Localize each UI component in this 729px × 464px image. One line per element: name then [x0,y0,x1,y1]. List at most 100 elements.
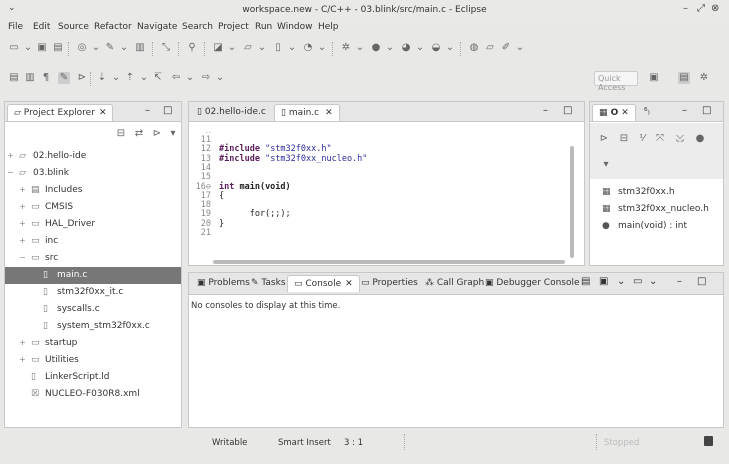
build-config-icon[interactable]: ◎ [76,42,88,54]
menu-navigate[interactable]: Navigate [137,22,177,32]
debug-perspective-icon[interactable]: ✲ [698,72,710,84]
close-icon[interactable]: ✕ [345,279,353,289]
menu-source[interactable]: Source [58,22,89,32]
outline-item[interactable]: ▦ stm32f0xx_nucleo.h [590,201,723,218]
menu-project[interactable]: Project [218,22,249,32]
hide-static-icon[interactable]: ⤩ [674,133,686,145]
forward-icon[interactable]: ⇨ [200,72,212,84]
menu-refactor[interactable]: Refactor [94,22,132,32]
pin-console-icon[interactable]: ▤ [581,276,590,287]
toggle-whitespace-icon[interactable]: ¶ [40,72,52,84]
menu-search[interactable]: Search [182,22,213,32]
filter-icon[interactable]: ⊳ [151,128,163,140]
dropdown-icon[interactable]: ⌄ [90,42,102,54]
dropdown-icon[interactable]: ⌄ [444,42,456,54]
close-icon[interactable]: ✕ [99,108,107,118]
tree-item[interactable]: + ▭ Utilities [5,352,181,369]
pen-icon[interactable]: ✎ [58,72,70,84]
profile-icon[interactable]: ◒ [430,42,442,54]
tree-expander-icon[interactable]: + [7,151,14,160]
tab-hello-ide[interactable]: ▯ 02.hello-ide.c [191,104,272,121]
prev-annotation-icon[interactable]: ⇡ [124,72,136,84]
minimize-icon[interactable]: – [683,3,688,14]
tree-item[interactable]: − ▱ 03.blink [5,165,181,182]
close-icon[interactable]: ⊗ [711,3,719,14]
open-element-icon[interactable]: ▱ [484,42,496,54]
tab-properties[interactable]: ▭ Properties [355,275,424,292]
collapse-all-icon[interactable]: ⊟ [618,133,630,145]
dropdown-icon[interactable]: ⌄ [184,72,196,84]
tab-project-explorer[interactable]: ▱ Project Explorer ✕ [7,104,114,121]
tab-console[interactable]: ▭ Console ✕ [287,275,360,292]
dropdown-icon[interactable]: ⌄ [22,42,34,54]
maximize-view-icon[interactable]: □ [563,105,572,116]
quick-access-field[interactable]: Quick Access [594,71,638,92]
minimize-view-icon[interactable]: – [145,105,150,116]
view-menu-icon[interactable]: ▾ [600,159,612,171]
dropdown-icon[interactable]: ⌄ [514,42,526,54]
tree-item[interactable]: ▯ system_stm32f0xx.c [5,318,181,335]
tree-expander-icon[interactable]: + [19,355,26,364]
tab-main-c[interactable]: ▯ main.c ✕ [274,104,340,121]
build-icon[interactable]: ✎ [104,42,116,54]
tree-item[interactable]: ▯ main.c [5,267,181,284]
open-console-icon[interactable]: ▭ [633,276,642,287]
save-icon[interactable]: ▣ [36,42,48,54]
dropdown-icon[interactable]: ⌄ [118,42,130,54]
tree-item[interactable]: + ▭ startup [5,335,181,352]
maximize-view-icon[interactable]: □ [697,276,706,287]
menu-help[interactable]: Help [318,22,339,32]
tab-build-targets[interactable]: ⁶₎ [638,104,656,121]
new-header-icon[interactable]: ◔ [302,42,314,54]
search-icon[interactable]: ⚲ [186,42,198,54]
tree-expander-icon[interactable]: + [19,236,26,245]
tree-item[interactable]: ▯ syscalls.c [5,301,181,318]
hide-fields-icon[interactable]: ⤧ [654,133,666,145]
maximize-view-icon[interactable]: □ [163,105,172,116]
new-class-icon[interactable]: ◪ [212,42,224,54]
tree-expander-icon[interactable]: + [19,202,26,211]
next-annotation-icon[interactable]: ⇣ [96,72,108,84]
tree-expander-icon[interactable]: + [19,338,26,347]
dropdown-icon[interactable]: ⌄ [617,276,625,287]
skip-breakpoints-icon[interactable]: ⤡ [160,42,172,54]
tree-item[interactable]: + ▤ Includes [5,182,181,199]
external-tools-icon[interactable]: ◕ [400,42,412,54]
dropdown-icon[interactable]: ⌄ [649,276,657,287]
tree-expander-icon[interactable]: − [7,168,14,177]
dropdown-icon[interactable]: ⌄ [414,42,426,54]
tree-item[interactable]: + ▭ CMSIS [5,199,181,216]
tree-item[interactable]: ☒ NUCLEO-F030R8.xml [5,386,181,403]
cpp-perspective-icon[interactable]: ▤ [678,72,690,84]
tab-outline[interactable]: ▦ O ✕ [592,104,636,121]
maximize-icon[interactable]: ⤢ [697,3,705,14]
tree-expander-icon[interactable]: + [19,219,26,228]
new-folder-icon[interactable]: ▱ [242,42,254,54]
tab-tasks[interactable]: ✎ Tasks [245,275,292,292]
dropdown-icon[interactable]: ⌄ [286,42,298,54]
menu-edit[interactable]: Edit [33,22,50,32]
outline-item[interactable]: ● main(void) : int [590,218,723,235]
dropdown-icon[interactable]: ⌄ [354,42,366,54]
dropdown-icon[interactable]: ⌄ [384,42,396,54]
pin-icon[interactable]: ⊳ [76,72,88,84]
annotation-icon[interactable]: ✐ [500,42,512,54]
dropdown-icon[interactable]: ⌄ [214,72,226,84]
save-all-icon[interactable]: ▤ [52,42,64,54]
code-editor[interactable]: ‥ 11 12 #include "stm32f0xx.h" 13 #include "s… [189,123,584,265]
open-perspective-icon[interactable]: ▣ [648,72,660,84]
dropdown-icon[interactable]: ⌄ [316,42,328,54]
menu-window[interactable]: Window [277,22,313,32]
dropdown-icon[interactable]: ⌄ [110,72,122,84]
clean-icon[interactable]: ▥ [134,42,146,54]
close-icon[interactable]: ✕ [621,108,629,118]
run-icon[interactable]: ● [370,42,382,54]
tree-expander-icon[interactable]: − [19,253,26,262]
tree-item[interactable]: + ▭ inc [5,233,181,250]
tree-item[interactable]: ▯ LinkerScript.ld [5,369,181,386]
link-editor-icon[interactable]: ⇄ [133,128,145,140]
tree-item[interactable]: + ▱ 02.hello-ide [5,148,181,165]
view-menu-icon[interactable]: ▾ [167,128,179,140]
toggle-block-icon[interactable]: ▥ [24,72,36,84]
hide-nonpublic-icon[interactable]: ● [694,133,706,145]
